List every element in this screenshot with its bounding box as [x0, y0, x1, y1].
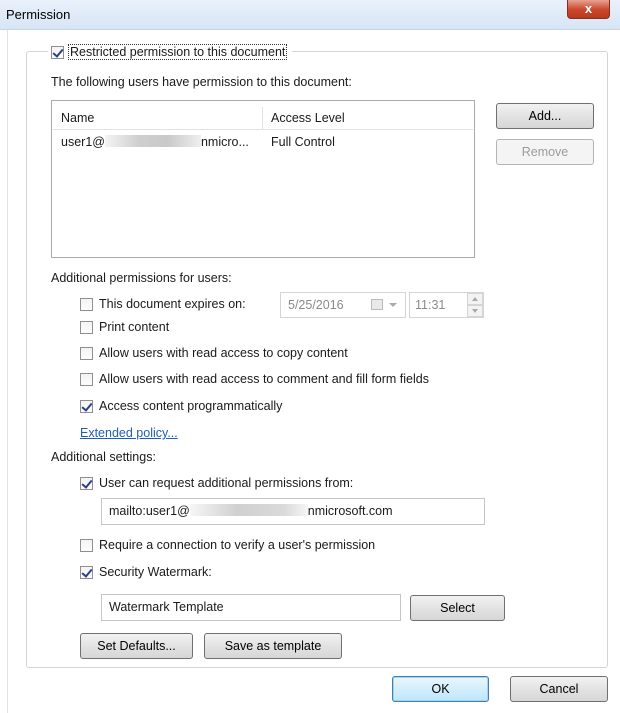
comment-label: Allow users with read access to comment … [99, 372, 429, 386]
additional-settings-heading: Additional settings: [51, 450, 156, 464]
print-label: Print content [99, 320, 170, 334]
print-content-checkbox[interactable]: Print content [80, 320, 169, 334]
watermark-template-value: Watermark Template [109, 600, 224, 614]
close-button[interactable]: x [567, 0, 610, 19]
comment-checkbox[interactable]: Allow users with read access to comment … [80, 372, 429, 386]
require-label: Require a connection to verify a user's … [99, 538, 376, 552]
redacted-area [104, 135, 201, 147]
extended-policy-link[interactable]: Extended policy... [80, 426, 178, 440]
request-checkbox-box[interactable] [80, 476, 93, 490]
require-connection-checkbox[interactable]: Require a connection to verify a user's … [80, 538, 375, 552]
watermark-checkbox-box[interactable] [80, 565, 93, 579]
select-button[interactable]: Select [410, 595, 505, 621]
user-name-cell: user1@ nmicro... [53, 133, 263, 151]
request-email-prefix: mailto:user1@ [109, 504, 190, 518]
user-name-prefix: user1@ [61, 135, 105, 149]
chevron-down-icon[interactable] [389, 303, 397, 307]
request-label: User can request additional permissions … [99, 476, 354, 490]
select-button-label: Select [440, 601, 475, 615]
expires-label: This document expires on: [99, 297, 246, 311]
user-name-suffix: nmicro... [200, 135, 249, 149]
chevron-up-icon [472, 297, 478, 301]
programmatic-checkbox-box[interactable] [80, 399, 93, 413]
close-icon: x [584, 1, 593, 16]
expires-time-value: 11:31 [415, 298, 446, 312]
add-button[interactable]: Add... [496, 103, 594, 129]
user-access-cell: Full Control [271, 135, 335, 149]
column-access-header[interactable]: Access Level [263, 107, 473, 129]
cancel-button-label: Cancel [539, 682, 579, 696]
copy-content-checkbox[interactable]: Allow users with read access to copy con… [80, 346, 348, 360]
watermark-template-input[interactable]: Watermark Template [101, 594, 401, 621]
additional-permissions-heading: Additional permissions for users: [51, 271, 232, 285]
list-item[interactable]: user1@ nmicro... Full Control [53, 133, 473, 151]
chevron-down-icon [472, 309, 478, 313]
calendar-icon[interactable] [371, 299, 383, 310]
security-watermark-checkbox[interactable]: Security Watermark: [80, 565, 212, 579]
request-email-suffix: nmicrosoft.com [307, 504, 393, 518]
column-name-header[interactable]: Name [53, 107, 263, 129]
programmatic-label: Access content programmatically [99, 399, 283, 413]
restricted-checkbox-box[interactable] [51, 45, 64, 59]
ok-button[interactable]: OK [392, 676, 489, 702]
remove-button[interactable]: Remove [496, 139, 594, 165]
expires-date-value: 5/25/2016 [288, 298, 344, 312]
title-bar: Permission x [0, 0, 620, 30]
window-title: Permission [6, 7, 71, 22]
set-defaults-button[interactable]: Set Defaults... [80, 633, 193, 659]
expires-checkbox-box[interactable] [80, 297, 93, 311]
expires-checkbox[interactable]: This document expires on: [80, 297, 246, 311]
set-defaults-label: Set Defaults... [97, 639, 176, 653]
cancel-button[interactable]: Cancel [510, 676, 608, 702]
save-template-label: Save as template [224, 639, 322, 653]
copy-checkbox-box[interactable] [80, 346, 93, 360]
save-as-template-button[interactable]: Save as template [204, 633, 342, 659]
time-spin-up[interactable] [467, 293, 483, 305]
add-button-label: Add... [528, 109, 562, 123]
comment-checkbox-box[interactable] [80, 372, 93, 386]
users-list-header: Name Access Level [53, 107, 473, 130]
expires-date-picker[interactable]: 5/25/2016 [280, 292, 406, 318]
programmatic-access-checkbox[interactable]: Access content programmatically [80, 399, 282, 413]
users-list[interactable]: Name Access Level user1@ nmicro... Full C… [51, 100, 475, 258]
copy-label: Allow users with read access to copy con… [99, 346, 348, 360]
watermark-label: Security Watermark: [99, 565, 212, 579]
request-email-input[interactable]: mailto:user1@ nmicrosoft.com [101, 498, 485, 525]
ok-button-label: OK [431, 682, 450, 696]
restricted-permission-checkbox[interactable]: Restricted permission to this document [48, 43, 293, 61]
print-checkbox-box[interactable] [80, 320, 93, 334]
request-permissions-checkbox[interactable]: User can request additional permissions … [80, 476, 353, 490]
restricted-checkbox-label: Restricted permission to this document [68, 44, 288, 60]
dialog-frame-edge [0, 30, 8, 713]
time-spin-down[interactable] [467, 305, 483, 317]
require-checkbox-box[interactable] [80, 538, 93, 552]
remove-button-label: Remove [521, 145, 569, 159]
redacted-area [189, 504, 308, 516]
users-section-label: The following users have permission to t… [51, 75, 352, 89]
